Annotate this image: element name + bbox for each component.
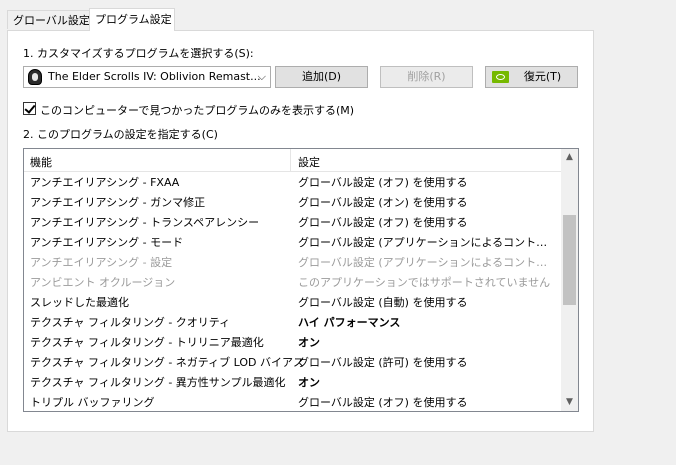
column-header-feature[interactable]: 機能 [30, 154, 52, 170]
table-row[interactable]: アンチエイリアシング - ガンマ修正 グローバル設定 (オン) を使用する [24, 191, 562, 211]
row-feature: アンビエント オクルージョン [30, 276, 176, 289]
row-feature: アンチエイリアシング - モード [30, 236, 184, 249]
tab-program-settings[interactable]: プログラム設定 [89, 8, 175, 31]
vertical-scrollbar[interactable]: ▲ ▼ [561, 149, 578, 411]
program-select-value: The Elder Scrolls IV: Oblivion Remast... [48, 70, 261, 83]
table-row[interactable]: スレッドした最適化 グローバル設定 (自動) を使用する [24, 291, 562, 311]
row-feature: アンチエイリアシング - FXAA [30, 176, 180, 189]
chevron-down-icon: ⌵ [257, 70, 266, 83]
row-setting: グローバル設定 (オフ) を使用する [298, 216, 468, 229]
restore-button-label: 復元(T) [523, 70, 562, 83]
tab-global-settings[interactable]: グローバル設定 [7, 10, 90, 29]
column-divider[interactable] [290, 149, 291, 171]
row-setting: グローバル設定 (許可) を使用する [298, 356, 468, 369]
column-header-setting[interactable]: 設定 [298, 154, 320, 170]
table-row[interactable]: テクスチャ フィルタリング - トリリニア最適化 オン [24, 331, 562, 351]
row-setting: オン [298, 336, 320, 349]
scroll-down-arrow-icon[interactable]: ▼ [561, 394, 578, 411]
program-select[interactable]: The Elder Scrolls IV: Oblivion Remast...… [23, 66, 271, 88]
show-only-found-checkbox[interactable] [23, 102, 36, 115]
row-setting: グローバル設定 (オフ) を使用する [298, 396, 468, 409]
row-setting: ハイ パフォーマンス [298, 316, 401, 329]
table-row[interactable]: テクスチャ フィルタリング - 異方性サンプル最適化 オン [24, 371, 562, 391]
row-feature: アンチエイリアシング - ガンマ修正 [30, 196, 206, 209]
row-feature: テクスチャ フィルタリング - トリリニア最適化 [30, 336, 264, 349]
row-setting: グローバル設定 (アプリケーションによるコントロール) を... [298, 236, 558, 249]
row-setting: オン [298, 376, 320, 389]
add-button[interactable]: 追加(D) [275, 66, 368, 88]
row-setting: グローバル設定 (自動) を使用する [298, 296, 468, 309]
row-feature: スレッドした最適化 [30, 296, 129, 309]
scrollbar-thumb[interactable] [563, 215, 576, 305]
table-row[interactable]: アンチエイリアシング - FXAA グローバル設定 (オフ) を使用する [24, 171, 562, 191]
row-setting: このアプリケーションではサポートされていません [298, 276, 551, 289]
row-feature: トリプル バッファリング [30, 396, 155, 409]
show-only-found-label: このコンピューターで見つかったプログラムのみを表示する(M) [40, 104, 355, 117]
settings-list: 機能 設定 アンチエイリアシング - FXAA グローバル設定 (オフ) を使用す… [23, 148, 579, 412]
table-row[interactable]: テクスチャ フィルタリング - クオリティ ハイ パフォーマンス [24, 311, 562, 331]
table-row[interactable]: アンチエイリアシング - トランスペアレンシー グローバル設定 (オフ) を使用す… [24, 211, 562, 231]
oblivion-app-icon [28, 69, 42, 85]
restore-button[interactable]: 復元(T) [485, 66, 578, 88]
row-setting: グローバル設定 (オン) を使用する [298, 196, 468, 209]
row-feature: テクスチャ フィルタリング - 異方性サンプル最適化 [30, 376, 286, 389]
row-setting: グローバル設定 (アプリケーションによるコントロール) を... [298, 256, 558, 269]
table-row[interactable]: アンチエイリアシング - 設定 グローバル設定 (アプリケーションによるコントロー… [24, 251, 562, 271]
row-feature: アンチエイリアシング - 設定 [30, 256, 173, 269]
table-row[interactable]: アンチエイリアシング - モード グローバル設定 (アプリケーションによるコントロ… [24, 231, 562, 251]
section1-label: 1. カスタマイズするプログラムを選択する(S): [23, 47, 254, 60]
row-feature: テクスチャ フィルタリング - クオリティ [30, 316, 231, 329]
row-feature: アンチエイリアシング - トランスペアレンシー [30, 216, 260, 229]
section2-label: 2. このプログラムの設定を指定する(C) [23, 128, 218, 141]
remove-button[interactable]: 削除(R) [380, 66, 473, 88]
row-feature: テクスチャ フィルタリング - ネガティブ LOD バイアス [30, 356, 304, 369]
row-setting: グローバル設定 (オフ) を使用する [298, 176, 468, 189]
table-row[interactable]: トリプル バッファリング グローバル設定 (オフ) を使用する [24, 391, 562, 411]
settings-list-header: 機能 設定 [24, 149, 562, 172]
scroll-up-arrow-icon[interactable]: ▲ [561, 149, 578, 166]
table-row[interactable]: テクスチャ フィルタリング - ネガティブ LOD バイアス グローバル設定 (許… [24, 351, 562, 371]
nvidia-logo-icon [492, 71, 509, 83]
table-row[interactable]: アンビエント オクルージョン このアプリケーションではサポートされていません [24, 271, 562, 291]
